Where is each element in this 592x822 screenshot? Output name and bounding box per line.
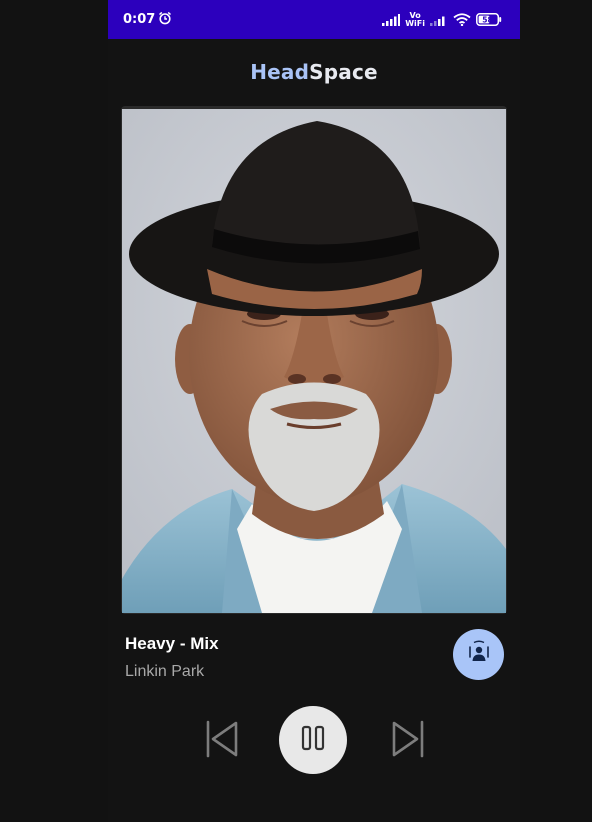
cast-device-button[interactable] (453, 629, 504, 680)
signal-icon-secondary (430, 14, 448, 26)
battery-level: 58 (482, 15, 492, 24)
alarm-clock-icon (158, 11, 172, 29)
phone-screen: 0:07 Vo WiFi 58 HeadSpace Heavy - Mix Li… (108, 0, 520, 822)
play-pause-button[interactable] (279, 706, 347, 774)
signal-icon (382, 13, 401, 26)
status-right: Vo WiFi 58 (382, 11, 502, 28)
wifi-icon (453, 13, 471, 26)
previous-button[interactable] (200, 719, 242, 763)
network-tag: Vo WiFi (405, 11, 425, 28)
track-artist: Linkin Park (125, 663, 205, 680)
pause-icon (300, 725, 326, 756)
skip-next-icon (391, 719, 427, 764)
speaker-device-icon (466, 639, 492, 670)
status-bar: 0:07 Vo WiFi 58 (108, 0, 520, 39)
app-title-part2: Space (309, 60, 378, 84)
skip-previous-icon (203, 719, 239, 764)
track-title: Heavy - Mix (125, 634, 219, 653)
status-time: 0:07 (123, 12, 156, 27)
battery-icon: 58 (476, 13, 502, 26)
app-title: HeadSpace (108, 60, 520, 84)
next-button[interactable] (388, 719, 430, 763)
album-art (122, 109, 506, 613)
status-left: 0:07 (123, 11, 172, 29)
app-title-part1: Head (250, 60, 310, 84)
network-tag-bottom: WiFi (405, 18, 425, 28)
